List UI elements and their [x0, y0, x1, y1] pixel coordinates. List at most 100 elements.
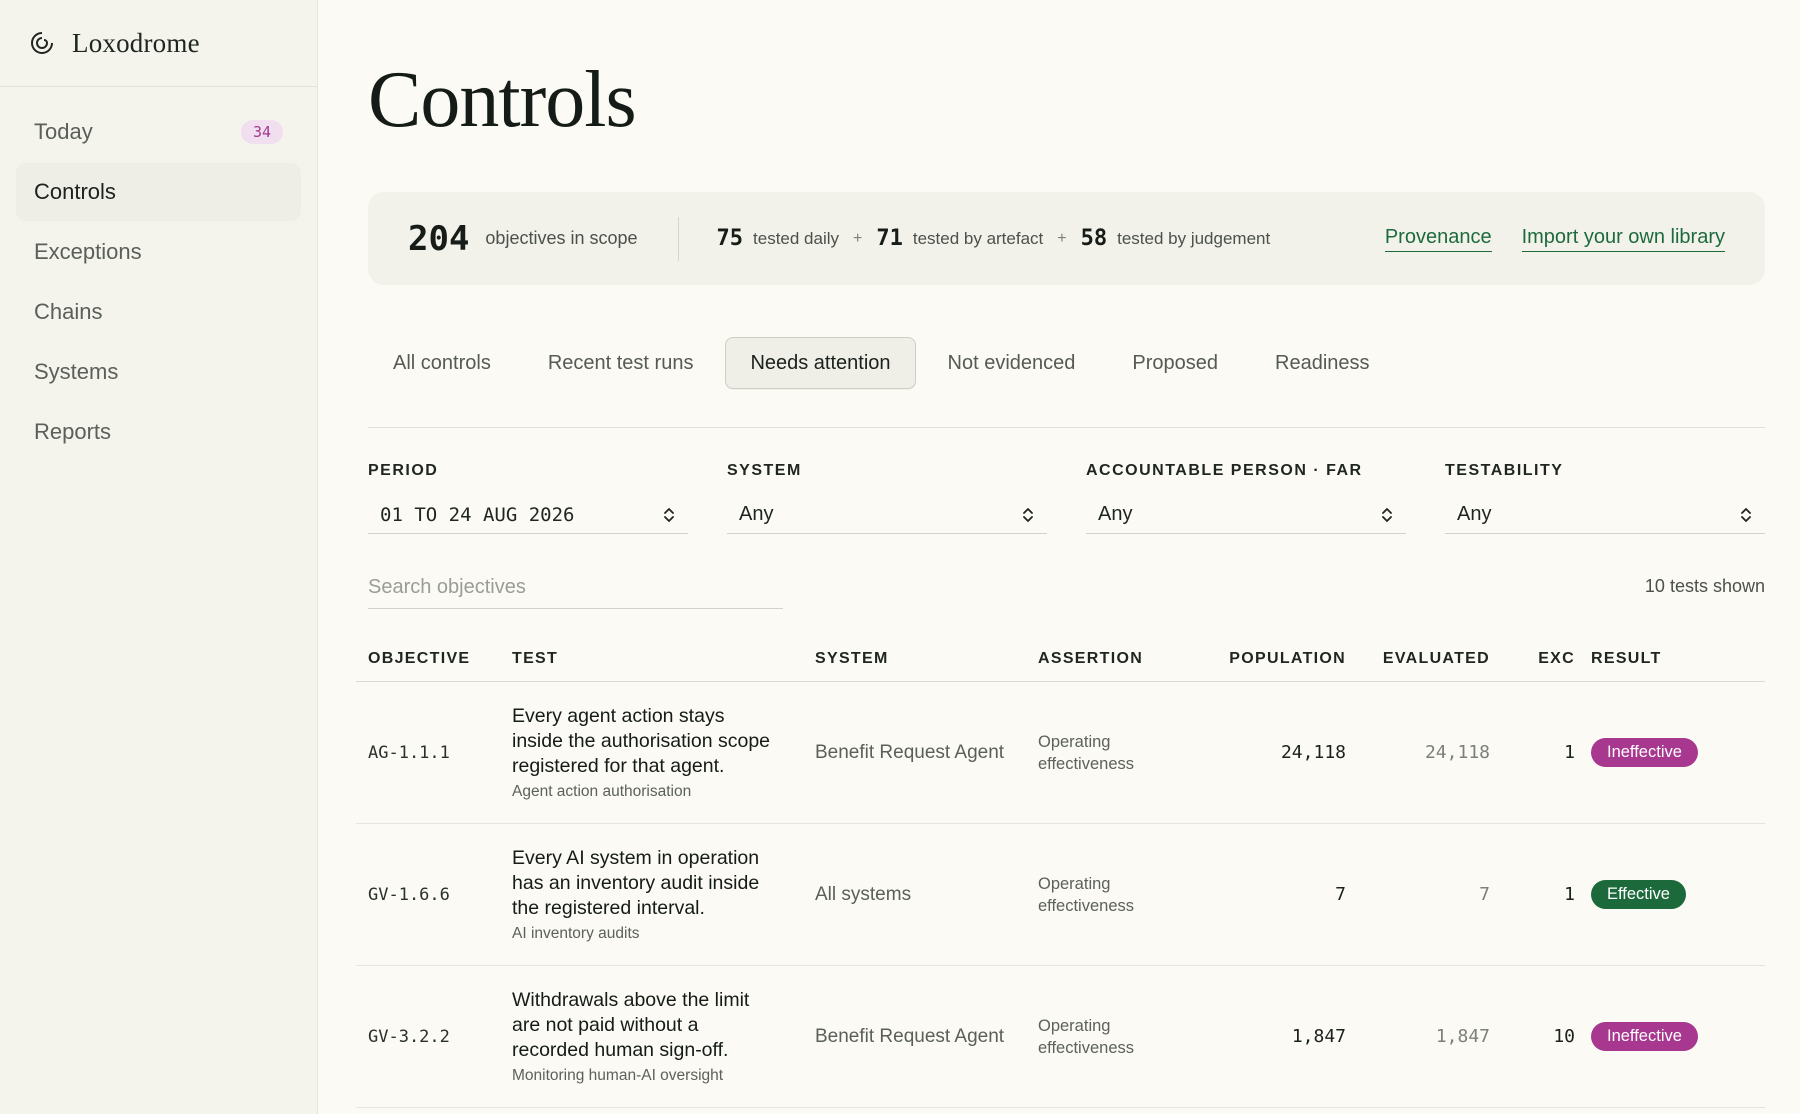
accountable-person-filter-label: ACCOUNTABLE PERSON · FAR: [1086, 462, 1363, 479]
tabs-divider: [368, 427, 1765, 428]
column-header-objective[interactable]: OBJECTIVE: [356, 650, 512, 668]
period-filter: PERIOD 01 TO 24 AUG 2026: [368, 462, 688, 534]
sidebar-item-controls[interactable]: Controls: [16, 163, 301, 221]
plus-sign: +: [1057, 229, 1067, 247]
population-cell: 1,847: [1291, 1026, 1346, 1047]
exceptions-cell: 1: [1564, 884, 1575, 905]
test-title-line: has an inventory audit inside: [512, 872, 760, 894]
column-header-evaluated[interactable]: EVALUATED: [1346, 650, 1490, 668]
tab-needs-attention[interactable]: Needs attention: [725, 337, 916, 389]
table-row[interactable]: GV-1.6.6 Every AI system in operation ha…: [356, 824, 1765, 966]
table-row[interactable]: GV-3.2.2 Withdrawals above the limit are…: [356, 966, 1765, 1108]
result-badge-ineffective: Ineffective: [1591, 1022, 1698, 1051]
results-count: 10 tests shown: [1644, 576, 1765, 596]
tab-not-evidenced[interactable]: Not evidenced: [923, 337, 1101, 389]
assertion-cell: Operating effectiveness: [1038, 1015, 1188, 1059]
sidebar-item-label: Systems: [34, 359, 119, 384]
tab-recent-test-runs[interactable]: Recent test runs: [523, 337, 719, 389]
tab-readiness[interactable]: Readiness: [1250, 337, 1395, 389]
system-select[interactable]: Any: [727, 496, 1047, 534]
sidebar: Loxodrome Today 34 Controls Exceptions C…: [0, 0, 318, 1114]
test-title-line: the registered interval.: [512, 897, 705, 919]
sidebar-nav: Today 34 Controls Exceptions Chains Syst…: [0, 87, 317, 461]
column-header-system[interactable]: SYSTEM: [815, 650, 1038, 668]
objectives-count: 204: [408, 218, 470, 259]
system-filter: SYSTEM Any: [727, 462, 1047, 534]
test-title: Every AI system in operation has an inve…: [512, 846, 815, 921]
objective-id: GV-1.6.6: [368, 884, 450, 905]
sidebar-item-reports[interactable]: Reports: [16, 403, 301, 461]
column-header-test[interactable]: TEST: [512, 650, 815, 668]
testability-filter-label: TESTABILITY: [1445, 462, 1564, 479]
column-header-assertion[interactable]: ASSERTION: [1038, 650, 1188, 668]
test-title-line: recorded human sign-off.: [512, 1039, 729, 1061]
accountable-person-filter: ACCOUNTABLE PERSON · FAR Any: [1086, 462, 1406, 534]
assertion-line: Operating: [1038, 732, 1111, 751]
result-badge-ineffective: Ineffective: [1591, 738, 1698, 767]
daily-label: tested daily: [753, 228, 840, 248]
summary-divider: [677, 216, 679, 261]
column-header-result[interactable]: RESULT: [1575, 650, 1765, 668]
test-title-line: are not paid without a: [512, 1014, 699, 1036]
result-cell: Effective: [1575, 880, 1765, 909]
search-input[interactable]: Search objectives: [368, 567, 783, 609]
tab-proposed[interactable]: Proposed: [1107, 337, 1243, 389]
population-cell: 7: [1335, 884, 1346, 905]
assertion-line: Operating: [1038, 1016, 1111, 1035]
testability-select[interactable]: Any: [1445, 496, 1765, 534]
chevron-up-down-icon: [1741, 507, 1751, 522]
column-header-exc[interactable]: EXC: [1490, 650, 1575, 668]
test-cell: Every agent action stays inside the auth…: [512, 704, 815, 801]
assertion-line: Operating: [1038, 874, 1111, 893]
scope-summary: 204 objectives in scope 75 tested daily …: [368, 192, 1765, 285]
test-cell: Withdrawals above the limit are not paid…: [512, 988, 815, 1085]
judgement-label: tested by judgement: [1117, 228, 1271, 248]
objective-id: AG-1.1.1: [368, 742, 450, 763]
provenance-link[interactable]: Provenance: [1384, 226, 1492, 252]
page-title: Controls: [368, 56, 637, 144]
sidebar-item-label: Controls: [34, 179, 116, 204]
test-title: Every agent action stays inside the auth…: [512, 704, 815, 779]
sidebar-item-label: Exceptions: [34, 239, 142, 264]
system-cell: Benefit Request Agent: [815, 1025, 1005, 1047]
test-category: Monitoring human-AI oversight: [512, 1067, 724, 1084]
judgement-count: 58: [1080, 226, 1108, 251]
assertion-line: effectiveness: [1038, 1038, 1135, 1057]
column-header-population[interactable]: POPULATION: [1188, 650, 1346, 668]
table-header: OBJECTIVE TEST SYSTEM ASSERTION POPULATI…: [356, 642, 1765, 682]
result-badge-effective: Effective: [1591, 880, 1686, 909]
evaluated-cell: 7: [1479, 884, 1490, 905]
accountable-person-select-value: Any: [1098, 503, 1133, 525]
assertion-line: effectiveness: [1038, 896, 1135, 915]
sidebar-item-chains[interactable]: Chains: [16, 283, 301, 341]
controls-tabs: All controls Recent test runs Needs atte…: [368, 337, 1402, 389]
assertion-line: effectiveness: [1038, 754, 1135, 773]
period-filter-label: PERIOD: [368, 462, 439, 479]
testability-filter: TESTABILITY Any: [1445, 462, 1765, 534]
sidebar-item-exceptions[interactable]: Exceptions: [16, 223, 301, 281]
summary-links: Provenance Import your own library: [1384, 226, 1765, 252]
sidebar-item-today[interactable]: Today 34: [16, 103, 301, 161]
today-count-badge: 34: [240, 120, 283, 144]
population-cell: 24,118: [1280, 742, 1346, 763]
tab-all-controls[interactable]: All controls: [368, 337, 516, 389]
assertion-cell: Operating effectiveness: [1038, 731, 1188, 775]
sidebar-item-label: Reports: [34, 419, 112, 444]
table-row[interactable]: AG-1.1.1 Every agent action stays inside…: [356, 682, 1765, 824]
test-title-line: Every agent action stays: [512, 705, 725, 727]
plus-sign: +: [853, 229, 863, 247]
result-cell: Ineffective: [1575, 1022, 1765, 1051]
test-title-line: Every AI system in operation: [512, 847, 760, 869]
system-cell: Benefit Request Agent: [815, 741, 1005, 763]
chevron-up-down-icon: [1023, 507, 1033, 522]
import-library-link[interactable]: Import your own library: [1521, 226, 1725, 252]
brand[interactable]: Loxodrome: [0, 0, 317, 87]
artefact-count: 71: [876, 226, 903, 251]
system-cell: All systems: [815, 883, 912, 905]
exceptions-cell: 1: [1564, 742, 1575, 763]
sidebar-item-systems[interactable]: Systems: [16, 343, 301, 401]
accountable-person-select[interactable]: Any: [1086, 496, 1406, 534]
period-select[interactable]: 01 TO 24 AUG 2026: [368, 496, 688, 534]
test-category: AI inventory audits: [512, 925, 640, 942]
objectives-label: objectives in scope: [485, 228, 638, 248]
